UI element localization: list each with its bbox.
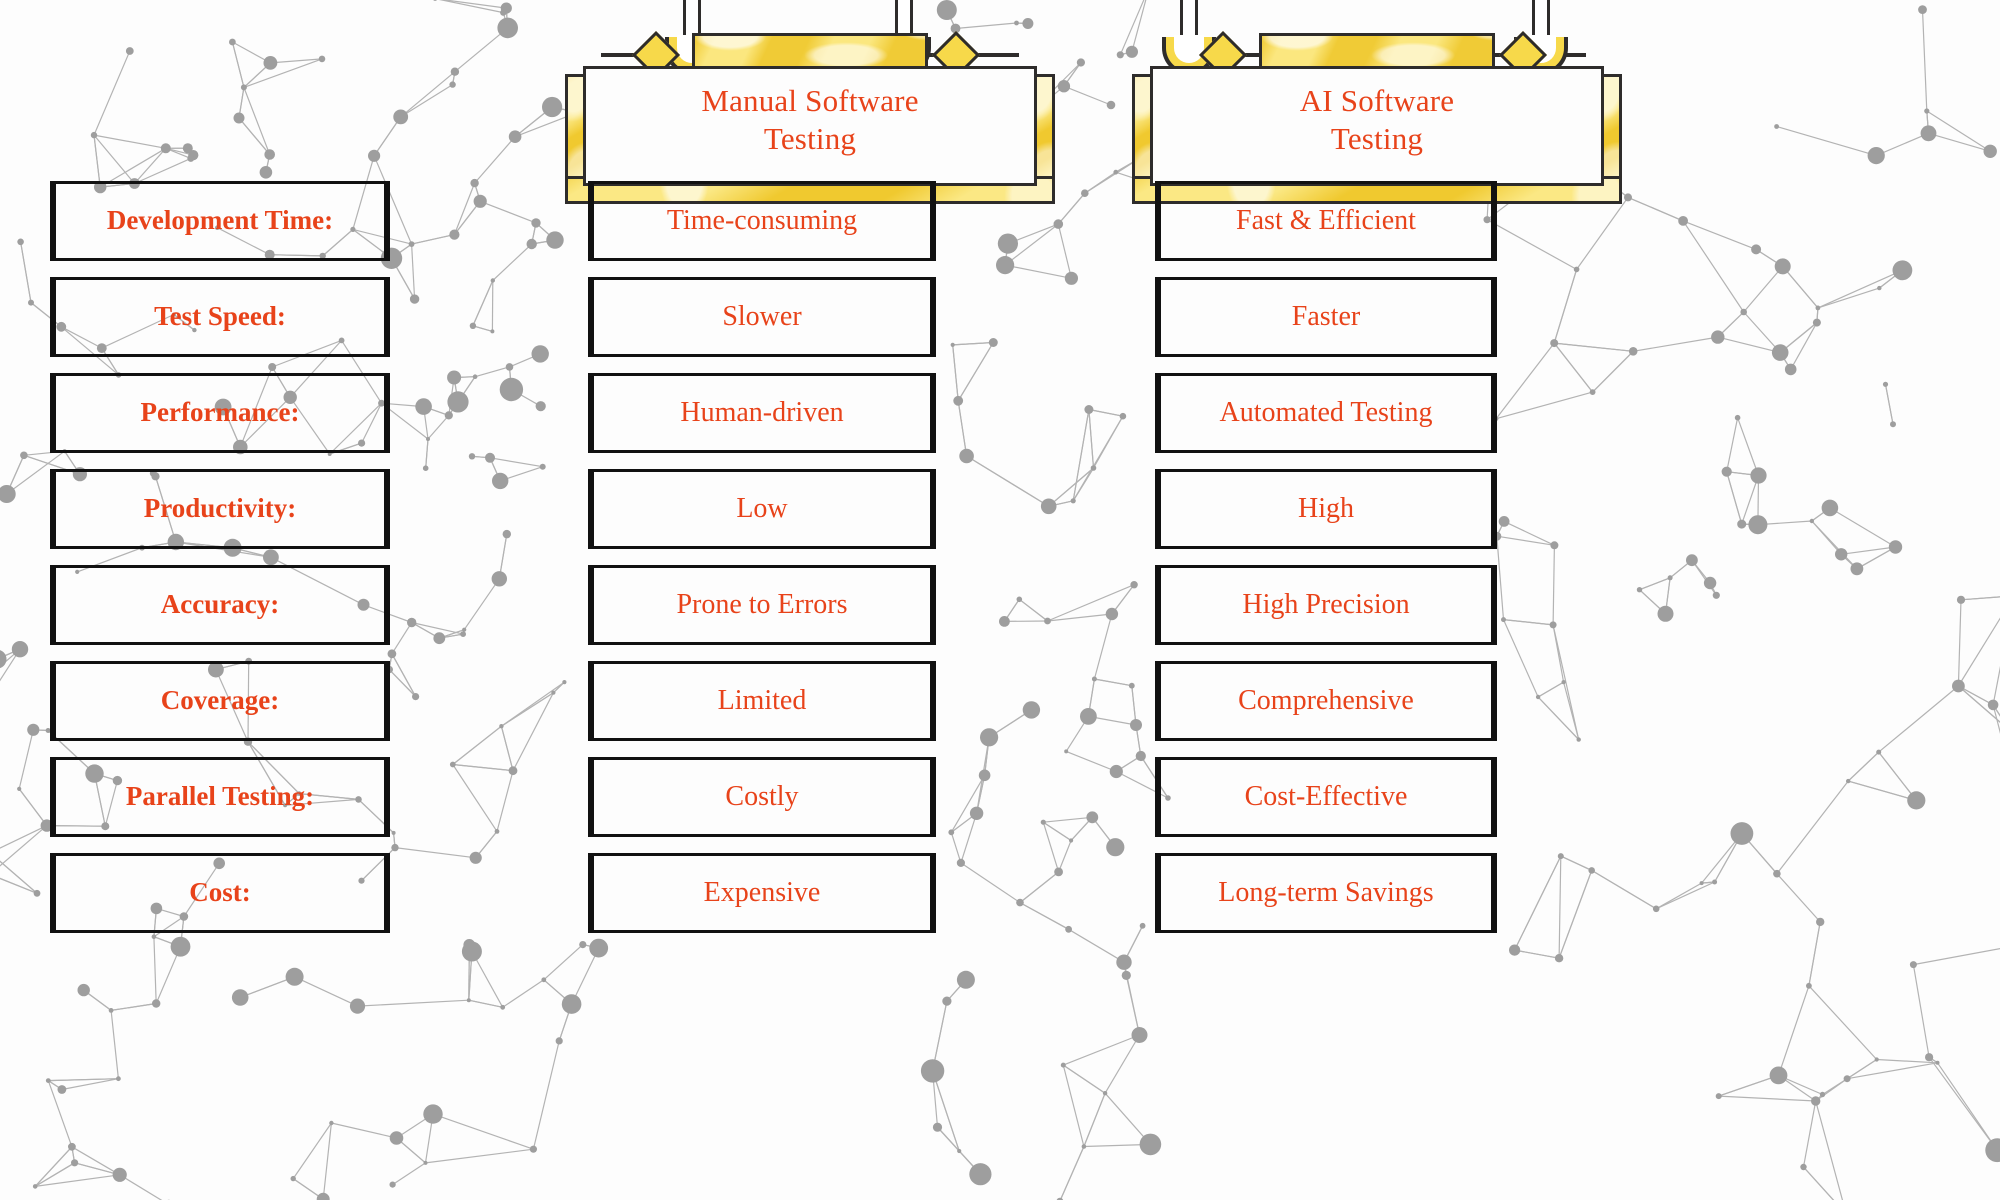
row-manual-cell: Low [588,469,936,549]
cell-text: Slower [722,300,802,332]
cell-text: Cost: [189,877,251,908]
cell-text: Long-term Savings [1218,876,1434,908]
cell-text: Cost-Effective [1244,780,1408,812]
row-ai-cell: High [1155,469,1497,549]
row-ai-cell: Cost-Effective [1155,757,1497,837]
row-manual-cell: Slower [588,277,936,357]
row-manual-cell: Costly [588,757,936,837]
cell-text: Fast & Efficient [1236,204,1416,236]
banner-manual-software-testing: Manual Software Testing [565,0,1055,205]
cell-text: Expensive [703,876,821,908]
cell-text: Productivity: [143,493,297,524]
row-ai-cell: Fast & Efficient [1155,181,1497,261]
row-ai-cell: High Precision [1155,565,1497,645]
cell-text: Comprehensive [1238,684,1414,716]
cell-text: Low [736,492,788,524]
cell-text: Coverage: [160,685,280,716]
cell-text: Automated Testing [1219,396,1433,428]
row-label-cell: Accuracy: [50,565,390,645]
row-manual-cell: Human-driven [588,373,936,453]
row-ai-cell: Faster [1155,277,1497,357]
cell-text: Accuracy: [160,589,280,620]
cell-text: Human-driven [680,396,844,428]
row-label-cell: Productivity: [50,469,390,549]
row-ai-cell: Long-term Savings [1155,853,1497,933]
row-manual-cell: Prone to Errors [588,565,936,645]
cell-text: Limited [717,684,807,716]
row-label-cell: Performance: [50,373,390,453]
cell-text: Faster [1291,300,1361,332]
cell-text: High [1298,492,1354,524]
cell-text: Performance: [140,397,300,428]
banner-title-manual: Manual Software Testing [701,83,919,156]
cell-text: Parallel Testing: [125,781,315,812]
row-label-cell: Test Speed: [50,277,390,357]
row-manual-cell: Expensive [588,853,936,933]
banner-title-ai: AI Software Testing [1299,83,1455,156]
cell-text: Development Time: [106,205,334,236]
cell-text: Prone to Errors [676,588,848,620]
row-ai-cell: Automated Testing [1155,373,1497,453]
row-label-cell: Cost: [50,853,390,933]
row-manual-cell: Time-consuming [588,181,936,261]
cell-text: Time-consuming [666,204,858,236]
row-manual-cell: Limited [588,661,936,741]
row-ai-cell: Comprehensive [1155,661,1497,741]
comparison-stage: Manual Software Testing AI Software Test… [0,0,2000,1200]
cell-text: Test Speed: [154,301,286,332]
row-label-cell: Parallel Testing: [50,757,390,837]
cell-text: Costly [725,780,799,812]
cell-text: High Precision [1242,588,1410,620]
row-label-cell: Development Time: [50,181,390,261]
row-label-cell: Coverage: [50,661,390,741]
banner-ai-software-testing: AI Software Testing [1132,0,1622,205]
